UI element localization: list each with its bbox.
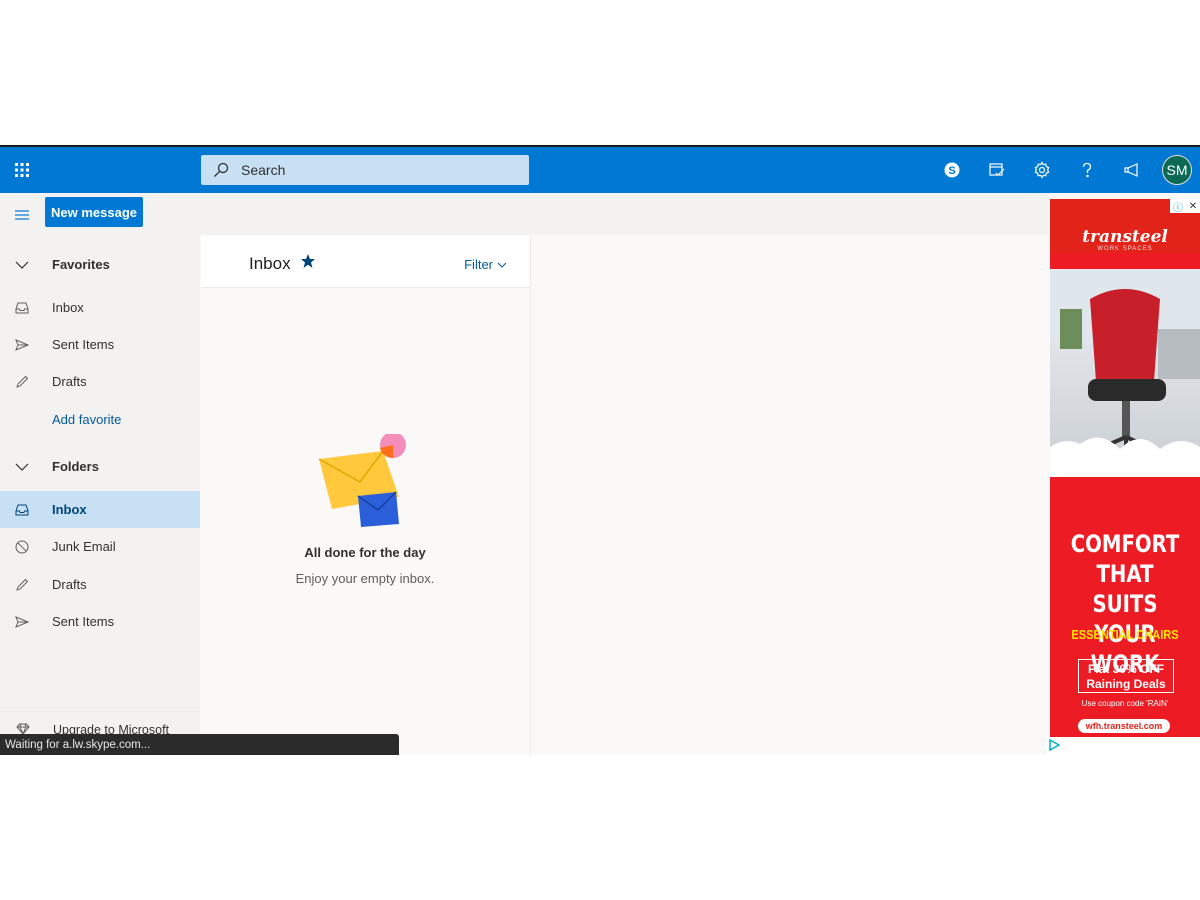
- send-icon: [0, 338, 44, 351]
- info-icon: ⓘ: [1172, 202, 1183, 214]
- favorites-item-drafts[interactable]: Drafts: [0, 363, 200, 400]
- favorites-item-sent-items[interactable]: Sent Items: [0, 326, 200, 363]
- top-bar-actions: S SM: [929, 147, 1200, 193]
- search-input[interactable]: Search: [241, 162, 285, 178]
- ad-office-chair-image: [1050, 269, 1200, 477]
- pencil-icon: [0, 375, 44, 389]
- skype-icon[interactable]: S: [929, 147, 974, 193]
- ad-headline: COMFORT THAT SUITS YOUR WORK: [1070, 530, 1180, 678]
- chevron-down-icon: [0, 261, 44, 269]
- my-day-icon[interactable]: [974, 147, 1019, 193]
- close-icon: ✕: [1188, 200, 1198, 212]
- folders-header[interactable]: Folders: [0, 448, 200, 485]
- folder-title: Inbox: [249, 254, 291, 273]
- avatar[interactable]: SM: [1162, 155, 1192, 185]
- feedback-megaphone-icon[interactable]: [1109, 147, 1154, 193]
- folder-item-drafts[interactable]: Drafts: [0, 566, 200, 603]
- search-box[interactable]: Search: [201, 155, 529, 185]
- top-bar: Search S SM: [0, 147, 1200, 193]
- empty-state-subtitle: Enjoy your empty inbox.: [295, 571, 435, 586]
- block-icon: [0, 540, 44, 554]
- ad-choices-icon[interactable]: ⓘ ✕: [1170, 199, 1200, 214]
- ad-deal-badge: Flat 30% OFF Raining Deals: [1078, 659, 1174, 693]
- search-icon: [214, 162, 229, 177]
- reading-pane: [530, 235, 1048, 755]
- command-bar: New message: [0, 193, 1048, 235]
- folder-item-inbox[interactable]: Inbox: [0, 491, 200, 528]
- empty-inbox-illustration-icon: [316, 432, 416, 539]
- add-favorite-link[interactable]: Add favorite: [0, 401, 200, 438]
- message-list: Inbox Filter All done for the day Enjoy …: [201, 235, 529, 755]
- chevron-down-icon: [0, 463, 44, 471]
- browser-status-bar: Waiting for a.lw.skype.com...: [0, 734, 399, 755]
- inbox-icon: [0, 302, 44, 314]
- ad-coupon-text: Use coupon code 'RAIN': [1081, 699, 1169, 708]
- app-launcher-icon[interactable]: [8, 156, 36, 184]
- outlook-window: Search S SM New message Favorites Inbox …: [0, 145, 1200, 755]
- ad-url: wfh.transteel.com: [1078, 719, 1170, 733]
- ad-choices-triangle-icon[interactable]: [1048, 739, 1060, 751]
- ad-sub-brand: WORK SPACES: [1097, 246, 1153, 252]
- help-question-icon[interactable]: [1064, 147, 1109, 193]
- folder-pane: Favorites Inbox Sent Items Drafts Add fa…: [0, 235, 200, 755]
- message-list-header: Inbox Filter: [201, 235, 529, 288]
- folder-item-sent-items[interactable]: Sent Items: [0, 603, 200, 640]
- empty-state-title: All done for the day: [304, 545, 426, 560]
- pencil-icon: [0, 578, 44, 592]
- star-favorite-icon[interactable]: [300, 253, 316, 274]
- advertisement-banner[interactable]: transteel WORK SPACES COMFORT THAT SUITS…: [1050, 199, 1200, 755]
- favorites-header[interactable]: Favorites: [0, 246, 200, 283]
- ad-brand: transteel: [1082, 227, 1168, 247]
- hamburger-menu-icon[interactable]: [8, 201, 36, 229]
- ad-subheadline: ESSENTIAL CHAIRS: [1071, 627, 1179, 642]
- filter-button[interactable]: Filter: [464, 257, 507, 272]
- new-message-button[interactable]: New message: [45, 197, 143, 227]
- send-icon: [0, 615, 44, 628]
- svg-text:S: S: [948, 165, 955, 177]
- favorites-item-inbox[interactable]: Inbox: [0, 289, 200, 326]
- settings-gear-icon[interactable]: [1019, 147, 1064, 193]
- inbox-icon: [0, 504, 44, 516]
- folder-item-junk-email[interactable]: Junk Email: [0, 528, 200, 565]
- chevron-down-icon: [497, 262, 507, 268]
